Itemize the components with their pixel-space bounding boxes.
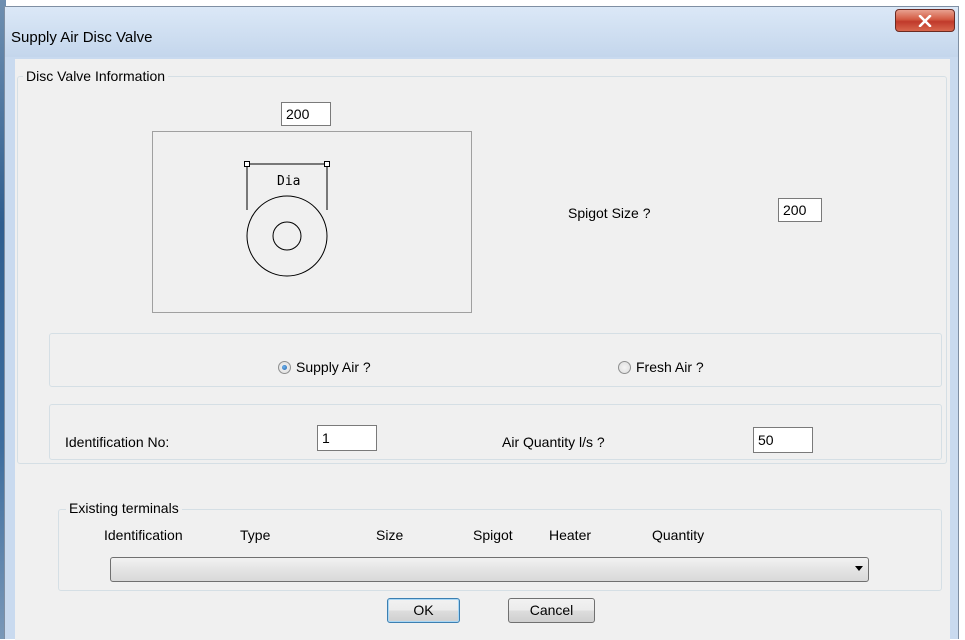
diameter-text: Dia	[277, 174, 300, 189]
existing-terminals-label: Existing terminals	[66, 500, 182, 516]
supply-air-radio[interactable]	[278, 361, 291, 374]
existing-terminals-dropdown[interactable]	[110, 557, 869, 582]
air-type-group	[49, 333, 942, 387]
fresh-air-radio[interactable]	[618, 361, 631, 374]
column-header-heater: Heater	[549, 527, 592, 543]
chevron-down-icon[interactable]	[855, 566, 863, 571]
disc-valve-drawing: Dia	[244, 161, 330, 277]
air-quantity-label: Air Quantity l/s ?	[502, 434, 605, 450]
close-button[interactable]	[895, 9, 955, 32]
ok-button[interactable]: OK	[387, 598, 460, 623]
close-icon	[918, 14, 932, 27]
column-header-size: Size	[376, 527, 404, 543]
title-bar[interactable]: Supply Air Disc Valve	[5, 7, 958, 57]
dimension-grip-left	[244, 161, 250, 167]
air-quantity-input[interactable]	[753, 427, 813, 453]
window-title: Supply Air Disc Valve	[11, 29, 153, 46]
spigot-size-input[interactable]	[778, 198, 822, 222]
diameter-input[interactable]	[281, 102, 331, 126]
supply-air-label[interactable]: Supply Air ?	[296, 359, 371, 375]
valve-inner-circle	[272, 221, 302, 251]
dimension-grip-right	[324, 161, 330, 167]
column-header-type: Type	[240, 527, 271, 543]
valve-outer-circle	[246, 195, 328, 277]
column-header-spigot: Spigot	[473, 527, 513, 543]
identification-input[interactable]	[317, 425, 377, 451]
column-header-identification: Identification	[104, 527, 183, 543]
disc-valve-info-group-label: Disc Valve Information	[23, 68, 169, 84]
spigot-size-label: Spigot Size ?	[568, 205, 651, 221]
dialog-client-area: Disc Valve Information Dia Spigot Size ?…	[15, 59, 950, 640]
cancel-button[interactable]: Cancel	[508, 598, 595, 623]
dialog-window: Supply Air Disc Valve Disc Valve Informa…	[4, 6, 959, 640]
identification-label: Identification No:	[65, 434, 170, 450]
disc-valve-diagram: Dia	[152, 131, 472, 313]
fresh-air-label[interactable]: Fresh Air ?	[636, 359, 704, 375]
column-header-quantity: Quantity	[652, 527, 705, 543]
